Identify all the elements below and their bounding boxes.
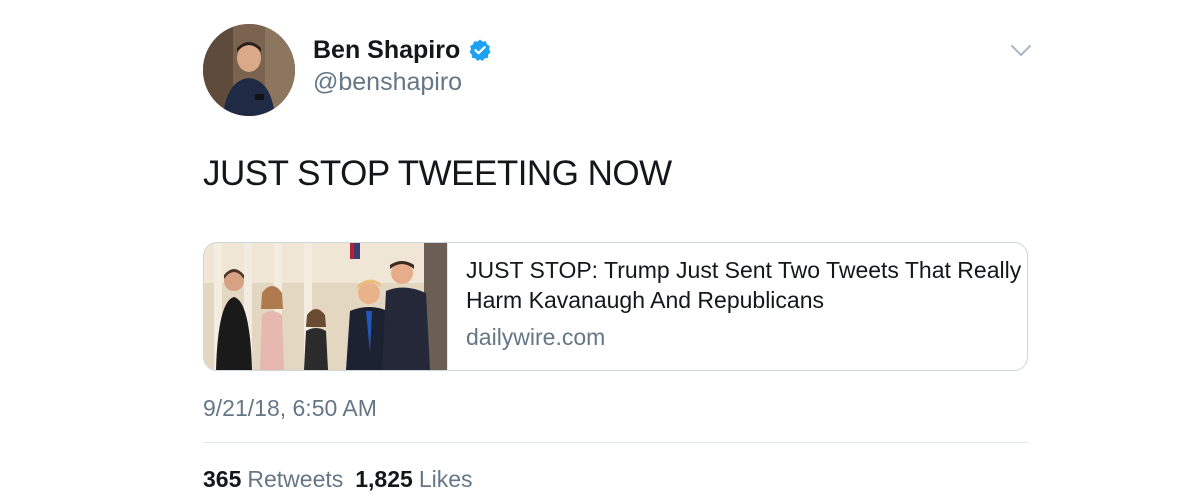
avatar[interactable] <box>203 24 295 116</box>
card-image <box>204 243 448 370</box>
chevron-down-icon[interactable] <box>1010 44 1032 58</box>
author-name-text[interactable]: Ben Shapiro <box>313 34 460 66</box>
retweets-count: 365 <box>203 466 242 492</box>
likes-count: 1,825 <box>355 466 413 492</box>
author-handle[interactable]: @benshapiro <box>313 66 462 98</box>
divider <box>203 442 1028 443</box>
tweet-stats: 365 Retweets 1,825 Likes <box>203 464 473 494</box>
verified-badge-icon <box>469 39 491 61</box>
link-card[interactable]: JUST STOP: Trump Just Sent Two Tweets Th… <box>203 242 1028 371</box>
likes-label: Likes <box>418 466 473 492</box>
retweets-label: Retweets <box>247 466 344 492</box>
card-title[interactable]: JUST STOP: Trump Just Sent Two Tweets Th… <box>466 255 1026 315</box>
card-body: JUST STOP: Trump Just Sent Two Tweets Th… <box>448 243 1027 370</box>
likes-stat[interactable]: 1,825 Likes <box>355 464 472 494</box>
tweet-text: JUST STOP TWEETING NOW <box>203 154 672 193</box>
retweets-stat[interactable]: 365 Retweets <box>203 464 343 494</box>
tweet-timestamp[interactable]: 9/21/18, 6:50 AM <box>203 393 377 423</box>
author-name[interactable]: Ben Shapiro <box>313 34 492 66</box>
tweet: Ben Shapiro @benshapiro JUST STOP TWEETI… <box>0 0 1200 501</box>
card-domain: dailywire.com <box>466 324 606 350</box>
